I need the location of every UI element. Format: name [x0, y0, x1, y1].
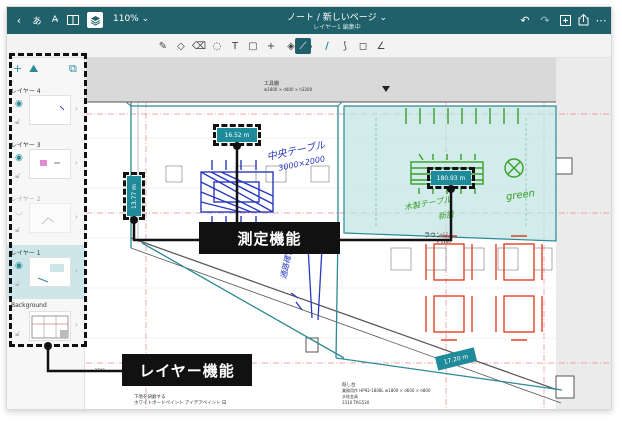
area-measure-icon[interactable]: ◻ [355, 38, 371, 54]
measure-highlight-2 [123, 172, 145, 220]
plan-label-space: ラウンジ [424, 232, 449, 239]
app-bar: ‹ あ A̶ 110% ⌄ ノート / 新しいページ ⌄ レイヤー1 編集中 ↶… [7, 7, 611, 34]
plan-label-tool-shelf: 工具棚 [264, 81, 280, 87]
plan-label-tool-shelf-dim: w1800 × d400 × h2200 [264, 87, 313, 92]
measure-highlight-3 [427, 167, 475, 189]
zoom-level[interactable]: 110% ⌄ [113, 14, 149, 24]
plan-label-dim-small: × 1100 [436, 239, 451, 244]
highlighter-icon[interactable]: ◇ [173, 38, 189, 54]
layers-icon[interactable] [87, 12, 103, 28]
image-icon[interactable]: ▢ [245, 38, 261, 54]
ruler-icon[interactable]: ⟋ [295, 38, 311, 54]
line-measure-icon[interactable]: ∕ [319, 38, 335, 54]
plan-note-6: 3310 TKG530 [342, 400, 370, 405]
document-subtitle: レイヤー1 編集中 [313, 24, 361, 31]
plan-note-2: ホワイトボードペイント アイデアペイント 白 [134, 401, 227, 406]
callout-measurement-feature: 測定機能 [199, 222, 340, 254]
lasso-icon[interactable]: ◌ [209, 38, 225, 54]
redo-icon[interactable]: ↷ [537, 12, 553, 28]
text-tool-icon[interactable]: T [227, 38, 243, 54]
pen-icon[interactable]: ✎ [155, 38, 171, 54]
more-icon[interactable]: ⋯ [593, 12, 609, 28]
app-window: ‹ あ A̶ 110% ⌄ ノート / 新しいページ ⌄ レイヤー1 編集中 ↶… [6, 6, 612, 410]
plan-label-dim-left: × 3700 [90, 368, 105, 373]
angle-icon[interactable]: ∠ [373, 38, 389, 54]
back-icon[interactable]: ‹ [11, 12, 27, 28]
measure-highlight-1 [213, 124, 261, 146]
add-page-icon[interactable] [557, 12, 573, 28]
polyline-icon[interactable]: ⟆ [337, 38, 353, 54]
text-ocr-icon[interactable]: あ [29, 12, 45, 28]
eraser-icon[interactable]: ⌫ [191, 38, 207, 54]
add-icon[interactable]: + [263, 38, 279, 54]
share-icon[interactable] [575, 12, 591, 28]
book-icon[interactable] [65, 12, 81, 28]
drawing-toolbar: ✎ ◇ ⌫ ◌ T ▢ + ◈ ∿ ⟋ ∕ ⟆ ◻ ∠ [7, 34, 611, 58]
layers-panel-highlight [9, 53, 87, 347]
undo-icon[interactable]: ↶ [517, 12, 533, 28]
handwriting-convert-icon[interactable]: A̶ [47, 12, 63, 28]
callout-layer-feature: レイヤー機能 [122, 354, 252, 386]
